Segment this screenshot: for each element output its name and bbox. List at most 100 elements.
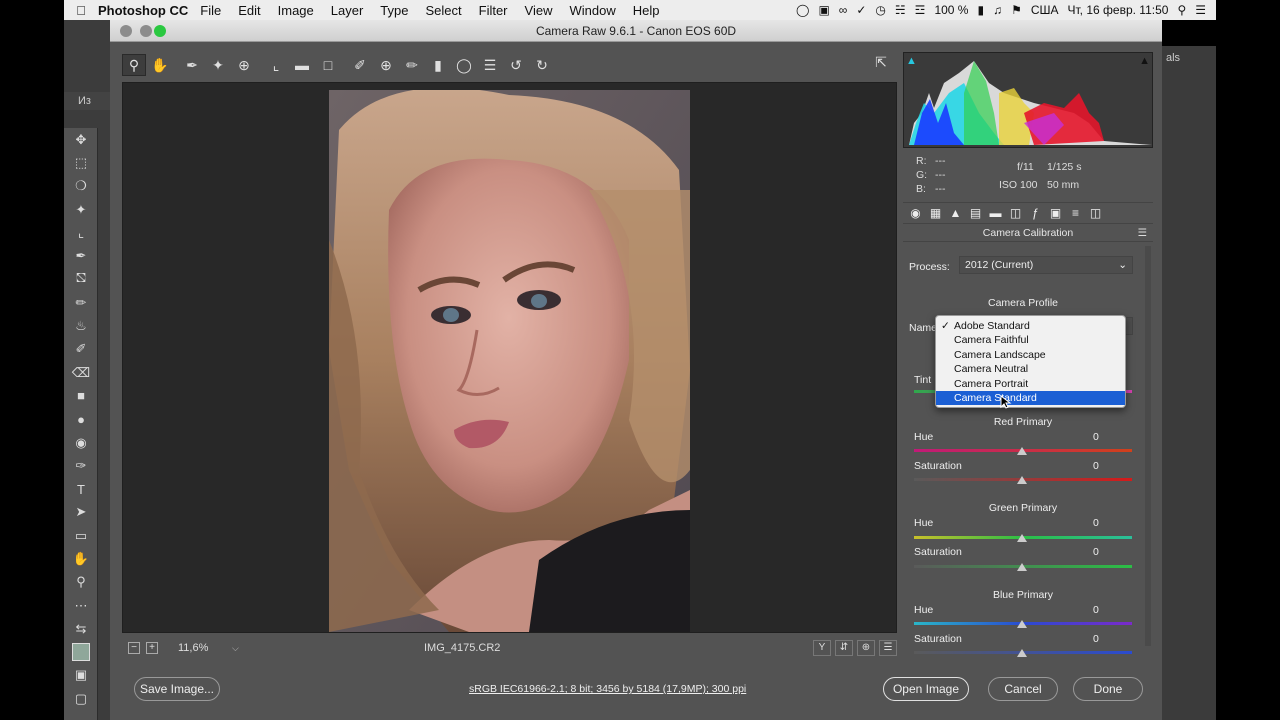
- eraser-tool-icon[interactable]: ⌫: [64, 361, 98, 384]
- eyedropper-tool-icon[interactable]: ✒: [64, 244, 98, 267]
- screen-icon[interactable]: ▣: [818, 3, 829, 17]
- zoom-window-button[interactable]: [154, 25, 166, 37]
- profile-option-adobe-standard[interactable]: ✓ Adobe Standard: [936, 319, 1125, 333]
- green-saturation-thumb[interactable]: [1017, 563, 1027, 571]
- history-brush-tool-icon[interactable]: ✐: [64, 338, 98, 361]
- volume-icon[interactable]: ♫: [993, 3, 1002, 17]
- tab-snapshots-icon[interactable]: ◫: [1088, 206, 1103, 220]
- workflow-options-link[interactable]: sRGB IEC61966-2.1; 8 bit; 3456 by 5184 (…: [469, 683, 746, 695]
- apple-menu-icon[interactable]: : [64, 3, 98, 18]
- crop-tool-icon[interactable]: ⌞: [64, 221, 98, 244]
- lasso-tool-icon[interactable]: ❍: [64, 175, 98, 198]
- marquee-tool-icon[interactable]: ⬚: [64, 151, 98, 174]
- fullscreen-toggle-icon[interactable]: ⇱: [870, 54, 892, 76]
- red-eye-icon[interactable]: ⊕: [374, 54, 398, 76]
- menu-image[interactable]: Image: [278, 3, 314, 18]
- rotate-right-icon[interactable]: ↻: [530, 54, 554, 76]
- panel-menu-icon[interactable]: ☰: [1138, 224, 1147, 242]
- profile-option-camera-standard[interactable]: Camera Standard: [936, 390, 1125, 406]
- time-machine-icon[interactable]: ◷: [875, 3, 885, 17]
- hand-icon[interactable]: ✋: [148, 54, 172, 76]
- menubar-app-name[interactable]: Photoshop CC: [98, 3, 188, 18]
- adjustment-brush-icon[interactable]: ✏: [400, 54, 424, 76]
- red-hue-value[interactable]: 0: [1093, 431, 1113, 443]
- menu-view[interactable]: View: [525, 3, 553, 18]
- transform-icon[interactable]: □: [316, 54, 340, 76]
- preferences-icon[interactable]: ☰: [478, 54, 502, 76]
- creative-cloud-icon[interactable]: ∞: [839, 3, 848, 17]
- profile-option-camera-neutral[interactable]: Camera Neutral: [936, 362, 1125, 376]
- flag-icon[interactable]: ⚑: [1011, 3, 1022, 17]
- color-swatches[interactable]: [64, 641, 98, 664]
- panel-scrollbar[interactable]: [1145, 246, 1151, 646]
- rotate-left-icon[interactable]: ↺: [504, 54, 528, 76]
- more-tools-icon[interactable]: ⋯: [64, 594, 98, 617]
- menu-select[interactable]: Select: [425, 3, 461, 18]
- notification-center-icon[interactable]: ☰: [1195, 3, 1206, 17]
- swap-colors-icon[interactable]: ⇆: [64, 617, 98, 640]
- image-preview-area[interactable]: [122, 82, 897, 633]
- menu-window[interactable]: Window: [569, 3, 615, 18]
- dropbox-icon[interactable]: ◯: [796, 3, 809, 17]
- clone-stamp-tool-icon[interactable]: ♨: [64, 314, 98, 337]
- tab-presets-icon[interactable]: ≡: [1068, 206, 1083, 220]
- magic-wand-tool-icon[interactable]: ✦: [64, 198, 98, 221]
- process-select[interactable]: 2012 (Current) ⌄: [959, 256, 1133, 274]
- path-selection-tool-icon[interactable]: ➤: [64, 501, 98, 524]
- cancel-button[interactable]: Cancel: [988, 677, 1058, 701]
- before-after-toggle-button[interactable]: Y: [813, 640, 831, 656]
- open-image-button[interactable]: Open Image: [883, 677, 969, 701]
- copy-settings-icon[interactable]: ⊕: [857, 640, 875, 656]
- profile-option-camera-landscape[interactable]: Camera Landscape: [936, 348, 1125, 362]
- menu-type[interactable]: Type: [380, 3, 408, 18]
- menu-help[interactable]: Help: [633, 3, 660, 18]
- battery-percent[interactable]: 100 %: [934, 3, 968, 17]
- tab-detail-icon[interactable]: ▲: [948, 206, 963, 220]
- check-icon[interactable]: ✓: [856, 3, 866, 17]
- green-hue-thumb[interactable]: [1017, 534, 1027, 542]
- radial-filter-icon[interactable]: ◯: [452, 54, 476, 76]
- red-saturation-thumb[interactable]: [1017, 476, 1027, 484]
- menu-file[interactable]: File: [200, 3, 221, 18]
- tab-camera-calibration-icon[interactable]: ▣: [1048, 206, 1063, 220]
- type-tool-icon[interactable]: T: [64, 477, 98, 500]
- zoom-dropdown-chevron-icon[interactable]: ⌵: [228, 641, 242, 655]
- move-tool-icon[interactable]: ✥: [64, 128, 98, 151]
- profile-option-camera-portrait[interactable]: Camera Portrait: [936, 377, 1125, 391]
- tab-lens-corrections-icon[interactable]: ◫: [1008, 206, 1023, 220]
- swap-settings-icon[interactable]: ⇵: [835, 640, 853, 656]
- green-hue-value[interactable]: 0: [1093, 517, 1113, 529]
- graduated-filter-icon[interactable]: ▮: [426, 54, 450, 76]
- menu-edit[interactable]: Edit: [238, 3, 260, 18]
- screen-mode-icon[interactable]: ▢: [64, 687, 98, 710]
- wifi-icon[interactable]: ☲: [915, 3, 926, 17]
- straighten-icon[interactable]: ▬: [290, 54, 314, 76]
- toggle-settings-icon[interactable]: ☰: [879, 640, 897, 656]
- gradient-tool-icon[interactable]: ■: [64, 384, 98, 407]
- clock[interactable]: Чт, 16 февр. 11:50: [1068, 3, 1169, 17]
- highlight-clipping-warning-icon[interactable]: ▲: [1139, 55, 1150, 67]
- healing-brush-tool-icon[interactable]: ⛞: [64, 268, 98, 291]
- profile-option-camera-faithful[interactable]: Camera Faithful: [936, 333, 1125, 347]
- input-language[interactable]: США: [1031, 3, 1059, 17]
- tab-hsl-icon[interactable]: ▤: [968, 206, 983, 220]
- color-sampler-icon[interactable]: ✦: [206, 54, 230, 76]
- dodge-tool-icon[interactable]: ◉: [64, 431, 98, 454]
- blue-hue-thumb[interactable]: [1017, 620, 1027, 628]
- menu-layer[interactable]: Layer: [331, 3, 364, 18]
- rectangle-tool-icon[interactable]: ▭: [64, 524, 98, 547]
- tab-tone-curve-icon[interactable]: ▦: [928, 206, 943, 220]
- crop-icon[interactable]: ⌞: [264, 54, 288, 76]
- minimize-window-button[interactable]: [140, 25, 152, 37]
- document-tab[interactable]: Из: [64, 92, 110, 110]
- blue-saturation-thumb[interactable]: [1017, 649, 1027, 657]
- blue-hue-value[interactable]: 0: [1093, 604, 1113, 616]
- blur-tool-icon[interactable]: ●: [64, 408, 98, 431]
- green-saturation-value[interactable]: 0: [1093, 546, 1113, 558]
- save-image-button[interactable]: Save Image...: [134, 677, 220, 701]
- zoom-icon[interactable]: ⚲: [122, 54, 146, 76]
- close-window-button[interactable]: [120, 25, 132, 37]
- red-hue-thumb[interactable]: [1017, 447, 1027, 455]
- zoom-out-button[interactable]: −: [128, 642, 140, 654]
- zoom-tool-icon[interactable]: ⚲: [64, 571, 98, 594]
